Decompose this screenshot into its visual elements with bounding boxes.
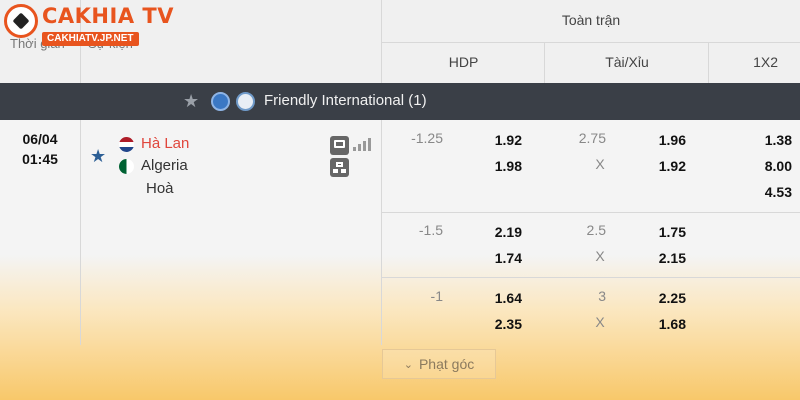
divider <box>544 42 545 83</box>
hdp-away-odd[interactable]: 1.98 <box>482 158 522 174</box>
stats-icon[interactable] <box>353 137 371 151</box>
corner-kicks-button[interactable]: ⌄ Phạt góc <box>382 349 496 379</box>
ou-x-label: X <box>595 248 605 264</box>
logo-subtitle: CAKHIATV.JP.NET <box>42 32 139 46</box>
group-header-fulltime: Toàn trận <box>561 12 621 28</box>
algeria-flag-icon <box>119 159 134 174</box>
ou-under-odd[interactable]: 2.15 <box>646 250 686 266</box>
world-icon <box>211 92 230 111</box>
league-name: Friendly International (1) <box>264 92 427 109</box>
ou-over-odd[interactable]: 2.25 <box>646 290 686 306</box>
hdp-line: -1.5 <box>418 222 443 238</box>
x12-draw-odd[interactable]: 4.53 <box>752 184 792 200</box>
lineup-icon[interactable] <box>330 158 349 177</box>
ou-over-odd[interactable]: 1.96 <box>646 132 686 148</box>
hdp-line: -1 <box>430 288 443 304</box>
col-header-taixiu: Tài/Xỉu <box>605 54 649 70</box>
soccer-ball-icon <box>4 4 38 38</box>
fifa-icon <box>236 92 255 111</box>
divider <box>382 277 800 278</box>
col-header-1x2: 1X2 <box>753 54 778 70</box>
hdp-away-odd[interactable]: 2.35 <box>482 316 522 332</box>
hdp-home-odd[interactable]: 1.64 <box>482 290 522 306</box>
site-logo[interactable]: CAKHIA TV CAKHIATV.JP.NET <box>4 4 174 46</box>
match-time: 01:45 <box>22 151 58 167</box>
ou-under-odd[interactable]: 1.92 <box>646 158 686 174</box>
ou-line: 2.75 <box>578 130 606 146</box>
star-icon[interactable]: ★ <box>183 91 199 112</box>
home-team[interactable]: Hà Lan <box>141 135 189 152</box>
favorite-star-icon[interactable]: ★ <box>90 146 106 167</box>
ou-over-odd[interactable]: 1.75 <box>646 224 686 240</box>
hdp-home-odd[interactable]: 1.92 <box>482 132 522 148</box>
netherlands-flag-icon <box>119 137 134 152</box>
ou-x-label: X <box>595 314 605 330</box>
divider <box>80 120 81 345</box>
ou-under-odd[interactable]: 1.68 <box>646 316 686 332</box>
match-date: 06/04 <box>22 131 58 147</box>
ou-line: 3 <box>598 288 606 304</box>
divider <box>382 42 800 43</box>
corner-kicks-label: Phạt góc <box>418 356 475 372</box>
tv-icon[interactable] <box>330 136 349 155</box>
hdp-line: -1.25 <box>411 130 443 146</box>
hdp-away-odd[interactable]: 1.74 <box>482 250 522 266</box>
chevron-down-icon: ⌄ <box>403 358 413 371</box>
ou-x-label: X <box>595 156 605 172</box>
league-bar[interactable]: ★ Friendly International (1) <box>0 83 800 120</box>
x12-home-odd[interactable]: 1.38 <box>752 132 792 148</box>
away-team[interactable]: Algeria <box>141 157 188 174</box>
divider <box>381 120 382 345</box>
divider <box>382 212 800 213</box>
col-header-hdp: HDP <box>448 54 479 70</box>
ou-line: 2.5 <box>586 222 606 238</box>
draw-label: Hoà <box>146 180 174 197</box>
x12-away-odd[interactable]: 8.00 <box>752 158 792 174</box>
logo-title: CAKHIA TV <box>42 4 174 28</box>
hdp-home-odd[interactable]: 2.19 <box>482 224 522 240</box>
divider <box>708 42 709 83</box>
